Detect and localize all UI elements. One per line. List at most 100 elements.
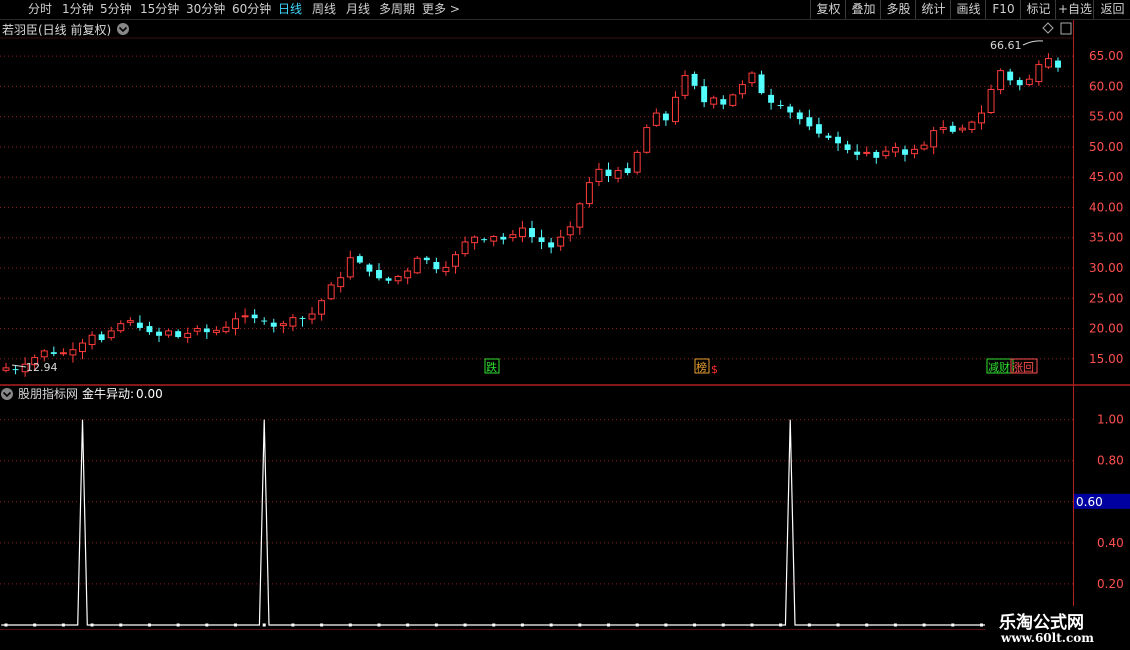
price-tick-label: 25.00 — [1089, 291, 1123, 305]
indicator-point — [406, 623, 410, 627]
high-price-label: 66.61 — [990, 39, 1022, 52]
candle — [175, 329, 182, 339]
title-dropdown-icon[interactable] — [117, 23, 129, 35]
candle — [500, 233, 507, 245]
toolbar-button[interactable]: 画线 — [950, 0, 986, 19]
indicator-point — [61, 623, 65, 627]
candle — [844, 140, 851, 154]
candle — [88, 331, 96, 350]
period-tab[interactable]: 周线 — [312, 1, 336, 18]
candle-body — [308, 313, 316, 320]
toolbar-button[interactable]: 标记 — [1020, 0, 1056, 19]
candle — [376, 263, 382, 281]
indicator-point — [520, 623, 524, 627]
price-tick-label: 40.00 — [1089, 200, 1123, 214]
candle-body — [902, 149, 908, 155]
toolbar-button[interactable]: 多股 — [880, 0, 916, 19]
candle — [69, 342, 77, 363]
candle — [987, 84, 995, 115]
candle — [576, 202, 584, 235]
candle-body — [376, 270, 382, 279]
toolbar-button[interactable]: F10 — [985, 0, 1021, 19]
candle — [318, 298, 326, 321]
candle-body — [548, 242, 555, 248]
candle-body — [529, 228, 535, 238]
indicator-point — [807, 623, 811, 627]
candle — [413, 256, 421, 275]
candle — [12, 364, 19, 375]
candle-body — [748, 72, 756, 84]
candle-body — [394, 275, 402, 282]
chart-area[interactable]: 65.00 60.00 55.00 50.00 45.00 40.00 35.00 30.00… — [0, 20, 1130, 630]
toolbar-button[interactable]: 返回 — [1093, 0, 1130, 19]
period-tab[interactable]: 多周期 — [379, 1, 415, 18]
candle — [327, 281, 335, 301]
indicator-dropdown-icon[interactable] — [1, 388, 13, 400]
candle-body — [117, 323, 125, 332]
candle-body — [490, 236, 498, 242]
candle — [308, 306, 316, 325]
candle-body — [844, 144, 851, 150]
period-tab[interactable]: 分时 — [28, 1, 52, 18]
candle-body — [50, 352, 57, 354]
candle — [98, 331, 105, 343]
candle-body — [12, 369, 19, 371]
period-tab[interactable]: 30分钟 — [186, 1, 225, 18]
candle — [261, 317, 268, 325]
candle — [720, 95, 727, 110]
candle-body — [69, 349, 77, 356]
candle-body — [452, 254, 459, 267]
indicator-point — [234, 623, 238, 627]
candle — [356, 253, 363, 265]
period-tab[interactable]: 月线 — [346, 1, 370, 18]
candle — [40, 349, 48, 362]
candle — [758, 70, 765, 95]
candle-body — [471, 236, 479, 244]
watermark-title: 乐淘公式网 — [999, 613, 1084, 633]
toolbar-button[interactable]: +自选 — [1055, 0, 1094, 19]
period-tab[interactable]: 更多 > — [422, 1, 460, 18]
candle-body — [671, 96, 679, 123]
price-tick-label: 15.00 — [1089, 352, 1123, 366]
candle — [815, 117, 822, 138]
indicator-point — [779, 623, 783, 627]
candle — [1016, 77, 1023, 91]
candle-body — [299, 317, 306, 319]
candle — [738, 80, 746, 99]
period-tab[interactable]: 5分钟 — [100, 1, 132, 18]
period-tab[interactable]: 15分钟 — [140, 1, 179, 18]
candle-body — [939, 127, 947, 130]
period-tab[interactable]: 1分钟 — [62, 1, 94, 18]
candle-body — [98, 334, 105, 341]
candle-body — [882, 150, 890, 157]
panel-toggle-icon — [1060, 22, 1072, 35]
candle — [566, 221, 574, 242]
period-tab[interactable]: 日线 — [278, 1, 302, 18]
indicator-point — [348, 623, 352, 627]
candle-body — [146, 326, 153, 333]
candle — [624, 162, 631, 176]
high-pointer-arrow — [1022, 40, 1044, 46]
period-tab[interactable]: 60分钟 — [232, 1, 271, 18]
candle-body — [1055, 60, 1061, 68]
candle — [1025, 74, 1033, 87]
candle-body — [404, 270, 412, 279]
indicator-tick-label: 0.20 — [1097, 577, 1124, 591]
candle — [423, 255, 430, 265]
low-price-label: 12.94 — [26, 361, 58, 374]
candle — [681, 70, 689, 100]
candle — [232, 312, 239, 336]
toolbar-button[interactable]: 复权 — [810, 0, 846, 19]
indicator-line — [1, 419, 1063, 626]
candle-body — [978, 112, 985, 124]
candle — [212, 326, 220, 336]
candle — [529, 220, 535, 243]
indicator-tick-label: 0.80 — [1097, 454, 1124, 468]
candle — [538, 229, 545, 250]
candle — [882, 145, 890, 160]
candle-body — [701, 86, 708, 103]
toolbar-button[interactable]: 统计 — [915, 0, 951, 19]
candle — [193, 325, 201, 336]
price-tick-label: 50.00 — [1089, 140, 1123, 154]
toolbar-button[interactable]: 叠加 — [845, 0, 881, 19]
